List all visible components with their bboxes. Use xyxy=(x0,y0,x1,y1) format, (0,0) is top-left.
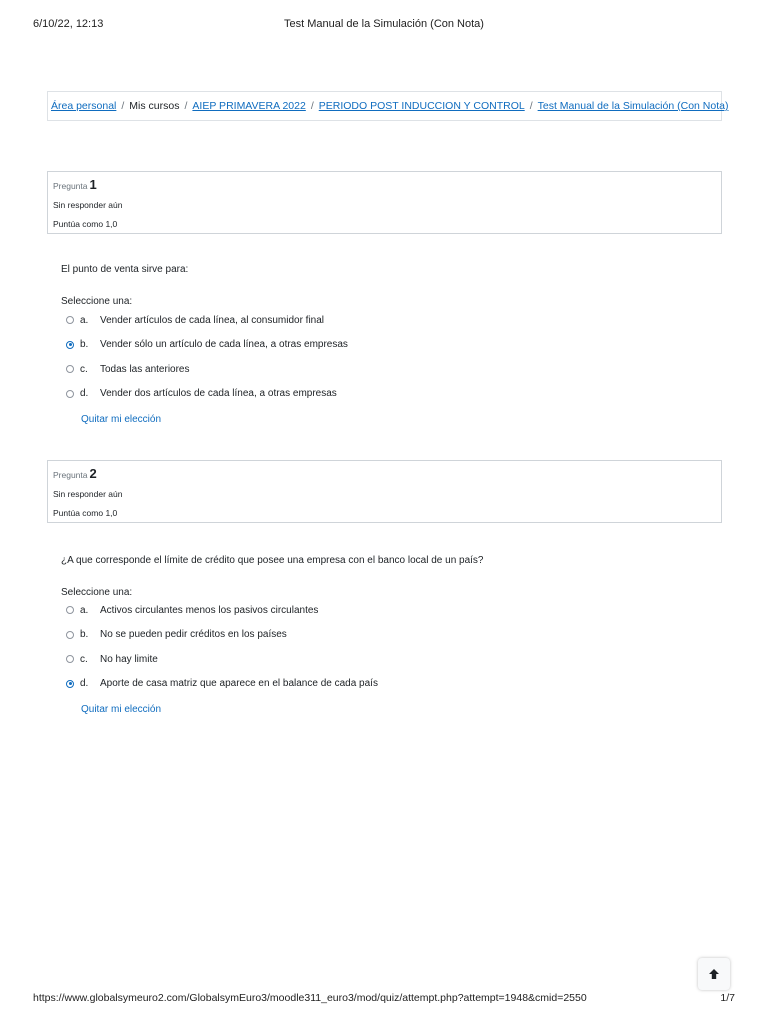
breadcrumb-separator: / xyxy=(121,100,125,112)
breadcrumb-separator: / xyxy=(310,100,314,112)
answer-text: No se pueden pedir créditos en los paíse… xyxy=(100,629,287,641)
question-2-answers: a. Activos circulantes menos los pasivos… xyxy=(66,598,666,696)
breadcrumb: Área personal / Mis cursos / AIEP PRIMAV… xyxy=(47,91,728,121)
answer-text: Vender artículos de cada línea, al consu… xyxy=(100,314,325,326)
radio-button[interactable] xyxy=(66,389,74,398)
clear-choice-link[interactable]: Quitar mi elección xyxy=(81,704,161,715)
question-1-prompt: Seleccione una: xyxy=(61,296,133,307)
print-header: 6/10/22, 12:13 Test Manual de la Simulac… xyxy=(0,18,768,34)
question-1-answers: a. Vender artículos de cada línea, al co… xyxy=(66,308,666,406)
answer-letter: c. xyxy=(80,363,88,375)
question-1-info: Pregunta 1 Sin responder aún Puntúa como … xyxy=(47,171,722,234)
breadcrumb-quiz[interactable]: Test Manual de la Simulación (Con Nota) xyxy=(538,100,729,112)
clear-choice-link[interactable]: Quitar mi elección xyxy=(81,414,161,425)
page-url: https://www.globalsymeuro2.com/Globalsym… xyxy=(33,992,587,1004)
question-label: Pregunta xyxy=(53,181,88,191)
answer-letter: d. xyxy=(80,678,89,690)
question-number: 1 xyxy=(89,177,97,192)
arrow-up-icon xyxy=(709,969,719,979)
page-number: 1/7 xyxy=(720,992,735,1004)
print-title: Test Manual de la Simulación (Con Nota) xyxy=(284,18,484,30)
answer-letter: a. xyxy=(80,314,89,326)
breadcrumb-area-personal[interactable]: Área personal xyxy=(51,100,116,112)
question-grade: Puntúa como 1,0 xyxy=(53,219,118,229)
answer-option[interactable]: d. Vender dos artículos de cada línea, a… xyxy=(66,382,666,407)
question-2-prompt: Seleccione una: xyxy=(61,587,133,598)
answer-option[interactable]: b. Vender sólo un artículo de cada línea… xyxy=(66,333,666,358)
answer-text: Activos circulantes menos los pasivos ci… xyxy=(100,604,319,616)
answer-option[interactable]: a. Vender artículos de cada línea, al co… xyxy=(66,308,666,333)
radio-button[interactable] xyxy=(66,630,74,639)
answer-letter: a. xyxy=(80,604,89,616)
question-label: Pregunta xyxy=(53,470,88,480)
answer-text: Vender dos artículos de cada línea, a ot… xyxy=(100,388,337,400)
breadcrumb-mis-cursos: Mis cursos xyxy=(129,100,180,112)
radio-button[interactable] xyxy=(66,365,74,374)
radio-button[interactable] xyxy=(66,340,74,349)
answer-option[interactable]: c. Todas las anteriores xyxy=(66,357,666,382)
breadcrumb-course[interactable]: AIEP PRIMAVERA 2022 xyxy=(192,100,305,112)
answer-text: Todas las anteriores xyxy=(100,363,190,375)
question-grade: Puntúa como 1,0 xyxy=(53,508,118,518)
answer-text: Aporte de casa matriz que aparece en el … xyxy=(100,678,378,690)
radio-button[interactable] xyxy=(66,679,74,688)
answer-option[interactable]: c. No hay limite xyxy=(66,647,666,672)
radio-button[interactable] xyxy=(66,606,74,615)
print-footer: https://www.globalsymeuro2.com/Globalsym… xyxy=(0,992,768,1006)
breadcrumb-separator: / xyxy=(529,100,533,112)
radio-button[interactable] xyxy=(66,655,74,664)
question-state: Sin responder aún xyxy=(53,489,123,499)
question-number: 2 xyxy=(89,466,97,481)
radio-button[interactable] xyxy=(66,316,74,325)
question-1-text: El punto de venta sirve para: xyxy=(61,264,189,275)
answer-letter: c. xyxy=(80,653,88,665)
answer-option[interactable]: b. No se pueden pedir créditos en los pa… xyxy=(66,623,666,648)
answer-text: No hay limite xyxy=(100,653,158,665)
answer-letter: b. xyxy=(80,339,89,351)
answer-option[interactable]: d. Aporte de casa matriz que aparece en … xyxy=(66,672,666,697)
question-state: Sin responder aún xyxy=(53,200,123,210)
question-2-info: Pregunta 2 Sin responder aún Puntúa como … xyxy=(47,460,722,523)
answer-text: Vender sólo un artículo de cada línea, a… xyxy=(100,339,348,351)
question-2-text: ¿A que corresponde el límite de crédito … xyxy=(61,555,484,566)
breadcrumb-separator: / xyxy=(184,100,188,112)
back-to-top-button[interactable] xyxy=(698,958,730,990)
answer-letter: b. xyxy=(80,629,89,641)
answer-letter: d. xyxy=(80,388,89,400)
answer-option[interactable]: a. Activos circulantes menos los pasivos… xyxy=(66,598,666,623)
breadcrumb-section[interactable]: PERIODO POST INDUCCION Y CONTROL xyxy=(319,100,525,112)
